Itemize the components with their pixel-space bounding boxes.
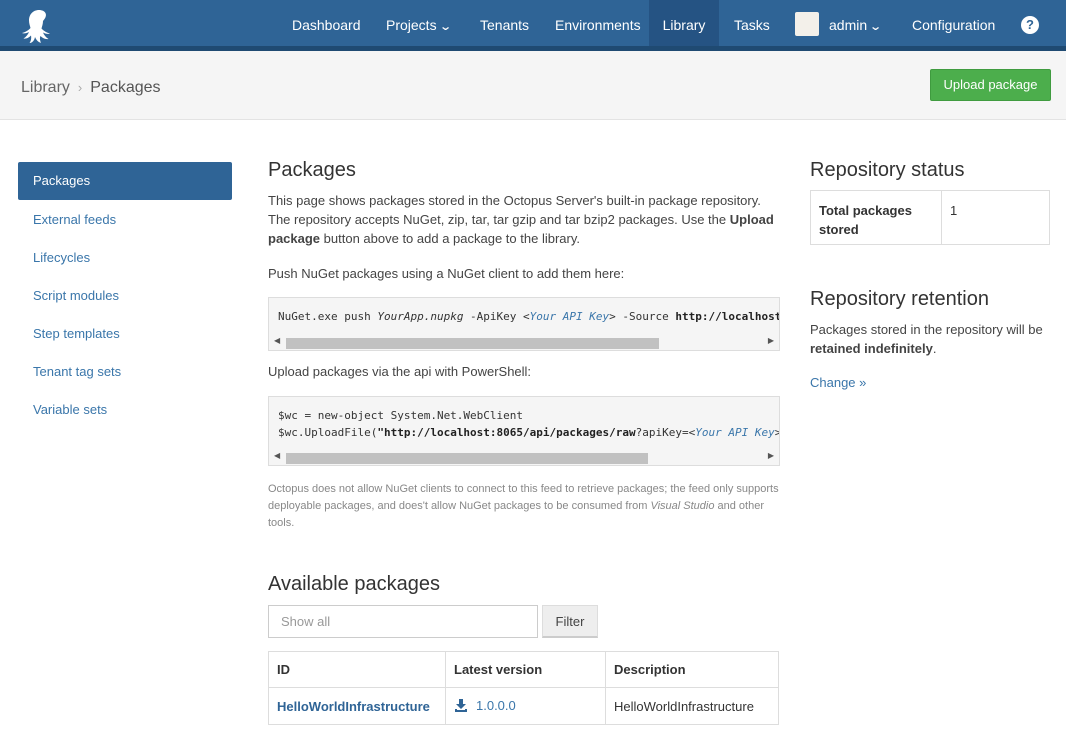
retention-text-1: Packages stored in the repository will b… xyxy=(810,322,1043,337)
table-row: Total packages stored 1 xyxy=(810,190,1050,245)
total-packages-label: Total packages stored xyxy=(810,190,942,245)
nav-projects-label: Projects xyxy=(386,17,437,33)
scroll-left-icon[interactable]: ◀ xyxy=(274,336,280,345)
nuget-command: NuGet.exe push YourApp.nupkg -ApiKey <Yo… xyxy=(269,298,779,331)
total-packages-value: 1 xyxy=(941,190,1050,245)
available-packages-title: Available packages xyxy=(268,573,440,595)
scrollbar-thumb[interactable] xyxy=(286,453,648,464)
package-id-cell: HelloWorldInfrastructure xyxy=(268,687,446,725)
nuget-code-block[interactable]: NuGet.exe push YourApp.nupkg -ApiKey <Yo… xyxy=(268,297,780,351)
scroll-right-icon[interactable]: ▶ xyxy=(768,451,774,460)
intro-text-2: button above to add a package to the lib… xyxy=(320,231,580,246)
scroll-right-icon[interactable]: ▶ xyxy=(768,336,774,345)
ps-cmd-a: $wc.UploadFile( xyxy=(278,426,378,439)
nuget-cmd-key: Your API Key xyxy=(529,310,610,323)
powershell-code-block[interactable]: $wc = new-object System.Net.WebClient $w… xyxy=(268,396,780,466)
chevron-down-icon: ⌄ xyxy=(438,21,452,33)
ps-cmd-c: > xyxy=(775,426,779,439)
ps-cmd-key: Your API Key xyxy=(695,426,775,439)
package-version-link[interactable]: 1.0.0.0 xyxy=(476,698,516,713)
nuget-cmd-b: -ApiKey < xyxy=(463,310,530,323)
breadcrumb-library[interactable]: Library xyxy=(21,79,70,96)
repository-status-title: Repository status xyxy=(810,159,965,181)
nuget-cmd-c: > -Source xyxy=(609,310,676,323)
packages-table: ID Latest version Description HelloWorld… xyxy=(268,651,779,725)
scrollbar-thumb[interactable] xyxy=(286,338,659,349)
horizontal-scrollbar[interactable]: ◀ ▶ xyxy=(269,448,779,465)
sidebar-item-step-templates[interactable]: Step templates xyxy=(18,315,232,353)
horizontal-scrollbar[interactable]: ◀ ▶ xyxy=(269,333,779,350)
sidebar-item-tenant-tag-sets[interactable]: Tenant tag sets xyxy=(18,353,232,391)
column-header-latest-version: Latest version xyxy=(445,651,606,688)
nav-user-menu[interactable]: admin ⌄ xyxy=(780,0,895,46)
retention-text: Packages stored in the repository will b… xyxy=(810,320,1055,358)
table-header-row: ID Latest version Description xyxy=(268,651,779,688)
sidebar-item-packages[interactable]: Packages xyxy=(18,162,232,200)
nav-tenants[interactable]: Tenants xyxy=(465,0,544,46)
nav-environments[interactable]: Environments xyxy=(540,0,656,46)
nav-user-label: admin xyxy=(829,17,868,33)
package-description-cell: HelloWorldInfrastructure xyxy=(605,687,779,725)
nuget-cmd-pkg: YourApp.nupkg xyxy=(377,310,464,323)
feed-note-italic: Visual Studio xyxy=(650,500,715,512)
octopus-logo-icon[interactable] xyxy=(20,7,58,45)
package-id-link[interactable]: HelloWorldInfrastructure xyxy=(277,699,430,714)
table-row: HelloWorldInfrastructure 1.0.0.0 HelloWo… xyxy=(268,687,779,725)
nav-dashboard[interactable]: Dashboard xyxy=(277,0,376,46)
help-icon[interactable]: ? xyxy=(1021,16,1039,34)
powershell-command: $wc = new-object System.Net.WebClient $w… xyxy=(269,397,779,447)
filter-button[interactable]: Filter xyxy=(542,605,598,638)
ps-cmd-b: ?apiKey=< xyxy=(635,426,696,439)
avatar xyxy=(795,12,819,37)
download-icon[interactable] xyxy=(454,698,468,712)
chevron-down-icon: ⌄ xyxy=(869,21,883,33)
nav-configuration[interactable]: Configuration xyxy=(897,0,1010,46)
column-header-id: ID xyxy=(268,651,446,688)
sidebar-item-variable-sets[interactable]: Variable sets xyxy=(18,391,232,429)
page-title: Packages xyxy=(268,159,356,181)
nuget-cmd-a: NuGet.exe push xyxy=(278,310,378,323)
retention-text-2: . xyxy=(932,341,937,356)
intro-text: This page shows packages stored in the O… xyxy=(268,191,780,248)
sidebar-item-script-modules[interactable]: Script modules xyxy=(18,277,232,315)
nav-tasks[interactable]: Tasks xyxy=(719,0,785,46)
column-header-description: Description xyxy=(605,651,779,688)
feed-note: Octopus does not allow NuGet clients to … xyxy=(268,481,780,532)
repository-retention-title: Repository retention xyxy=(810,288,989,310)
sidebar-item-external-feeds[interactable]: External feeds xyxy=(18,201,232,239)
nav-projects[interactable]: Projects ⌄ xyxy=(371,0,465,46)
sidebar-item-lifecycles[interactable]: Lifecycles xyxy=(18,239,232,277)
push-label: Push NuGet packages using a NuGet client… xyxy=(268,266,625,281)
nav-library[interactable]: Library xyxy=(649,0,719,46)
intro-text-1: This page shows packages stored in the O… xyxy=(268,193,761,227)
upload-package-button[interactable]: Upload package xyxy=(930,69,1051,101)
retention-text-bold: retained indefinitely xyxy=(810,341,933,356)
package-version-cell: 1.0.0.0 xyxy=(445,687,606,725)
ps-line-1: $wc = new-object System.Net.WebClient xyxy=(278,409,524,422)
powershell-label: Upload packages via the api with PowerSh… xyxy=(268,364,532,379)
ps-cmd-url: "http://localhost:8065/api/packages/raw xyxy=(377,426,636,439)
scroll-left-icon[interactable]: ◀ xyxy=(274,451,280,460)
breadcrumb-separator: › xyxy=(77,80,83,95)
nuget-cmd-url: http://localhost xyxy=(675,310,780,323)
package-filter-input[interactable]: Show all xyxy=(268,605,538,638)
change-retention-link[interactable]: Change » xyxy=(810,375,866,390)
breadcrumb-current: Packages xyxy=(90,79,161,96)
repository-status-table: Total packages stored 1 xyxy=(810,190,1050,245)
breadcrumb: Library › Packages xyxy=(21,79,161,97)
page-header: Library › Packages xyxy=(0,51,1066,120)
top-navbar: Dashboard Projects ⌄ Tenants Environments… xyxy=(0,0,1066,51)
